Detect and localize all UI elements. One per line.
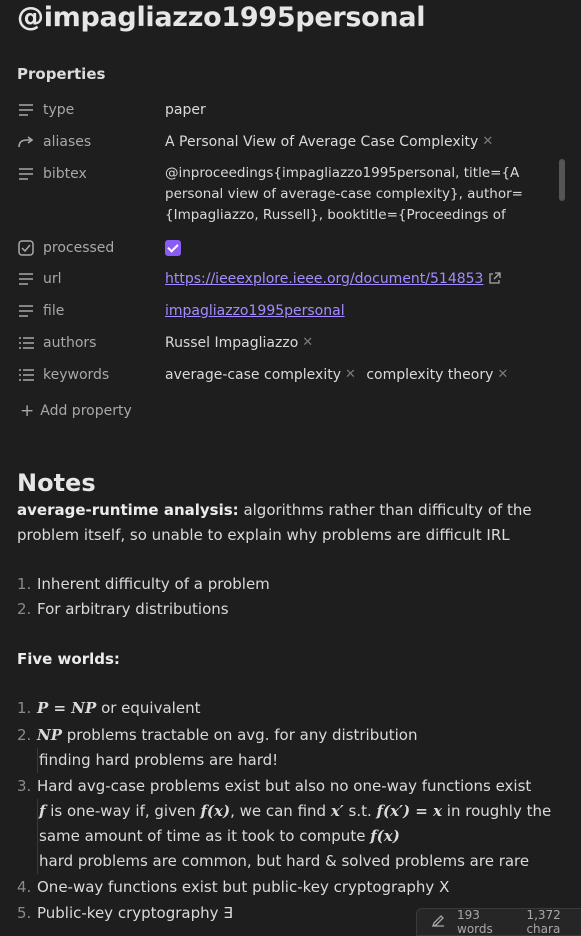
text-lines-icon — [17, 101, 35, 119]
list-text: Inherent difficulty of a problem — [37, 575, 270, 593]
list-icon — [17, 334, 35, 352]
property-key-label: url — [43, 271, 62, 287]
list-number: 2. — [17, 600, 32, 618]
forward-arrow-icon — [17, 133, 35, 151]
subline-text: , we can find — [230, 802, 331, 820]
author-label: Russel Impagliazzo — [165, 335, 299, 351]
property-value-authors[interactable]: Russel Impagliazzo ✕ — [165, 332, 567, 354]
subline-text: s.t. — [343, 802, 377, 820]
property-value-file[interactable]: impagliazzo1995personal — [165, 300, 567, 322]
list-text: One-way functions exist but public-key c… — [37, 878, 450, 896]
property-key-authors[interactable]: authors — [17, 332, 157, 354]
keyword-pill[interactable]: average-case complexity ✕ — [165, 364, 356, 386]
status-bar: 193 words 1,372 chara — [416, 908, 581, 936]
text-lines-icon — [17, 165, 35, 183]
subline-text: in roughly the — [442, 802, 552, 820]
property-value-aliases[interactable]: A Personal View of Average Case Complexi… — [165, 131, 567, 153]
list-subline[interactable]: hard problems are common, but hard & sol… — [37, 849, 559, 874]
property-key-label: authors — [43, 335, 97, 351]
list-item[interactable]: 1. P = NP or equivalent — [17, 696, 567, 721]
property-key-label: aliases — [43, 134, 92, 150]
list-item[interactable]: 2. For arbitrary distributions — [17, 597, 567, 622]
list-number: 1. — [17, 699, 32, 717]
intro-paragraph[interactable]: average-runtime analysis: algorithms rat… — [17, 498, 567, 548]
remove-icon[interactable]: ✕ — [345, 364, 356, 386]
plus-icon: + — [20, 401, 35, 421]
remove-icon[interactable]: ✕ — [482, 131, 493, 153]
add-property-button[interactable]: + Add property — [20, 401, 132, 421]
five-worlds-heading: Five worlds: — [17, 650, 120, 668]
property-key-file[interactable]: file — [17, 300, 157, 322]
list-text: Public-key cryptography ∃ — [37, 904, 233, 922]
property-key-label: processed — [43, 240, 115, 256]
list-number: 2. — [17, 726, 32, 744]
property-key-type[interactable]: type — [17, 99, 157, 121]
list-number: 3. — [17, 777, 32, 795]
list-item[interactable]: 3. Hard avg-case problems exist but also … — [17, 774, 567, 799]
note-title: @impagliazzo1995personal — [17, 2, 426, 33]
property-value-bibtex[interactable]: @inproceedings{impagliazzo1995personal, … — [165, 159, 567, 225]
author-pill[interactable]: Russel Impagliazzo ✕ — [165, 332, 313, 354]
pencil-icon[interactable] — [431, 914, 445, 931]
list-text: problems tractable on avg. for any distr… — [62, 726, 418, 744]
list-subline[interactable]: finding hard problems are hard! — [37, 748, 559, 773]
alias-pill[interactable]: A Personal View of Average Case Complexi… — [165, 131, 493, 153]
property-key-label: keywords — [43, 367, 110, 383]
math-inline: f(x) — [200, 802, 231, 820]
list-text: For arbitrary distributions — [37, 600, 229, 618]
list-text: or equivalent — [96, 699, 201, 717]
math-inline: P = NP — [37, 699, 97, 717]
property-key-label: type — [43, 102, 75, 118]
property-value-processed[interactable] — [165, 237, 567, 257]
property-value-keywords[interactable]: average-case complexity ✕ complexity theo… — [165, 364, 567, 386]
list-item[interactable]: 2. NP problems tractable on avg. for any … — [17, 723, 567, 748]
keyword-label: complexity theory — [366, 367, 494, 383]
file-link[interactable]: impagliazzo1995personal — [165, 303, 345, 319]
list-subline[interactable]: f is one-way if, given f(x), we can find… — [37, 799, 559, 824]
list-number: 4. — [17, 878, 32, 896]
list-subline[interactable]: same amount of time as it took to comput… — [37, 824, 559, 849]
property-key-label: bibtex — [43, 166, 87, 182]
alias-label: A Personal View of Average Case Complexi… — [165, 134, 479, 150]
property-key-keywords[interactable]: keywords — [17, 364, 157, 386]
list-item[interactable]: 4. One-way functions exist but public-key… — [17, 875, 567, 900]
properties-heading[interactable]: Properties — [17, 65, 105, 83]
list-item[interactable]: 1. Inherent difficulty of a problem — [17, 572, 567, 597]
list-number: 1. — [17, 575, 32, 593]
char-count: 1,372 chara — [526, 908, 561, 936]
keyword-pill[interactable]: complexity theory ✕ — [366, 364, 508, 386]
subline-text: is one-way if, given — [45, 802, 201, 820]
property-value-url[interactable]: https://ieeexplore.ieee.org/document/514… — [165, 268, 567, 290]
property-key-aliases[interactable]: aliases — [17, 131, 157, 153]
math-inline: f(x) — [370, 827, 400, 845]
subline-text: same amount of time as it took to comput… — [39, 827, 371, 845]
property-value-type[interactable]: paper — [165, 99, 567, 121]
bibtex-scrollbar[interactable] — [559, 159, 565, 201]
math-inline: f(x′) = x — [376, 802, 443, 820]
notes-heading: Notes — [17, 469, 96, 497]
list-text: Hard avg-case problems exist but also no… — [37, 777, 532, 795]
remove-icon[interactable]: ✕ — [302, 332, 313, 354]
property-key-bibtex[interactable]: bibtex — [17, 163, 157, 185]
property-key-label: file — [43, 303, 65, 319]
text-lines-icon — [17, 270, 35, 288]
keyword-label: average-case complexity — [165, 367, 341, 383]
external-link-icon[interactable] — [488, 271, 501, 287]
checkbox-square-icon — [17, 239, 35, 257]
bibtex-text[interactable]: @inproceedings{impagliazzo1995personal, … — [165, 163, 549, 225]
property-key-url[interactable]: url — [17, 268, 157, 290]
remove-icon[interactable]: ✕ — [497, 364, 508, 386]
processed-checkbox[interactable] — [165, 240, 181, 256]
text-lines-icon — [17, 302, 35, 320]
list-number: 5. — [17, 904, 32, 922]
word-count: 193 words — [457, 908, 493, 936]
property-key-processed[interactable]: processed — [17, 237, 157, 259]
math-inline: NP — [37, 726, 62, 744]
add-property-label: Add property — [40, 403, 132, 419]
intro-bold: average-runtime analysis: — [17, 501, 239, 519]
list-icon — [17, 366, 35, 384]
url-link[interactable]: https://ieeexplore.ieee.org/document/514… — [165, 271, 483, 287]
math-inline: x′ — [330, 802, 344, 820]
